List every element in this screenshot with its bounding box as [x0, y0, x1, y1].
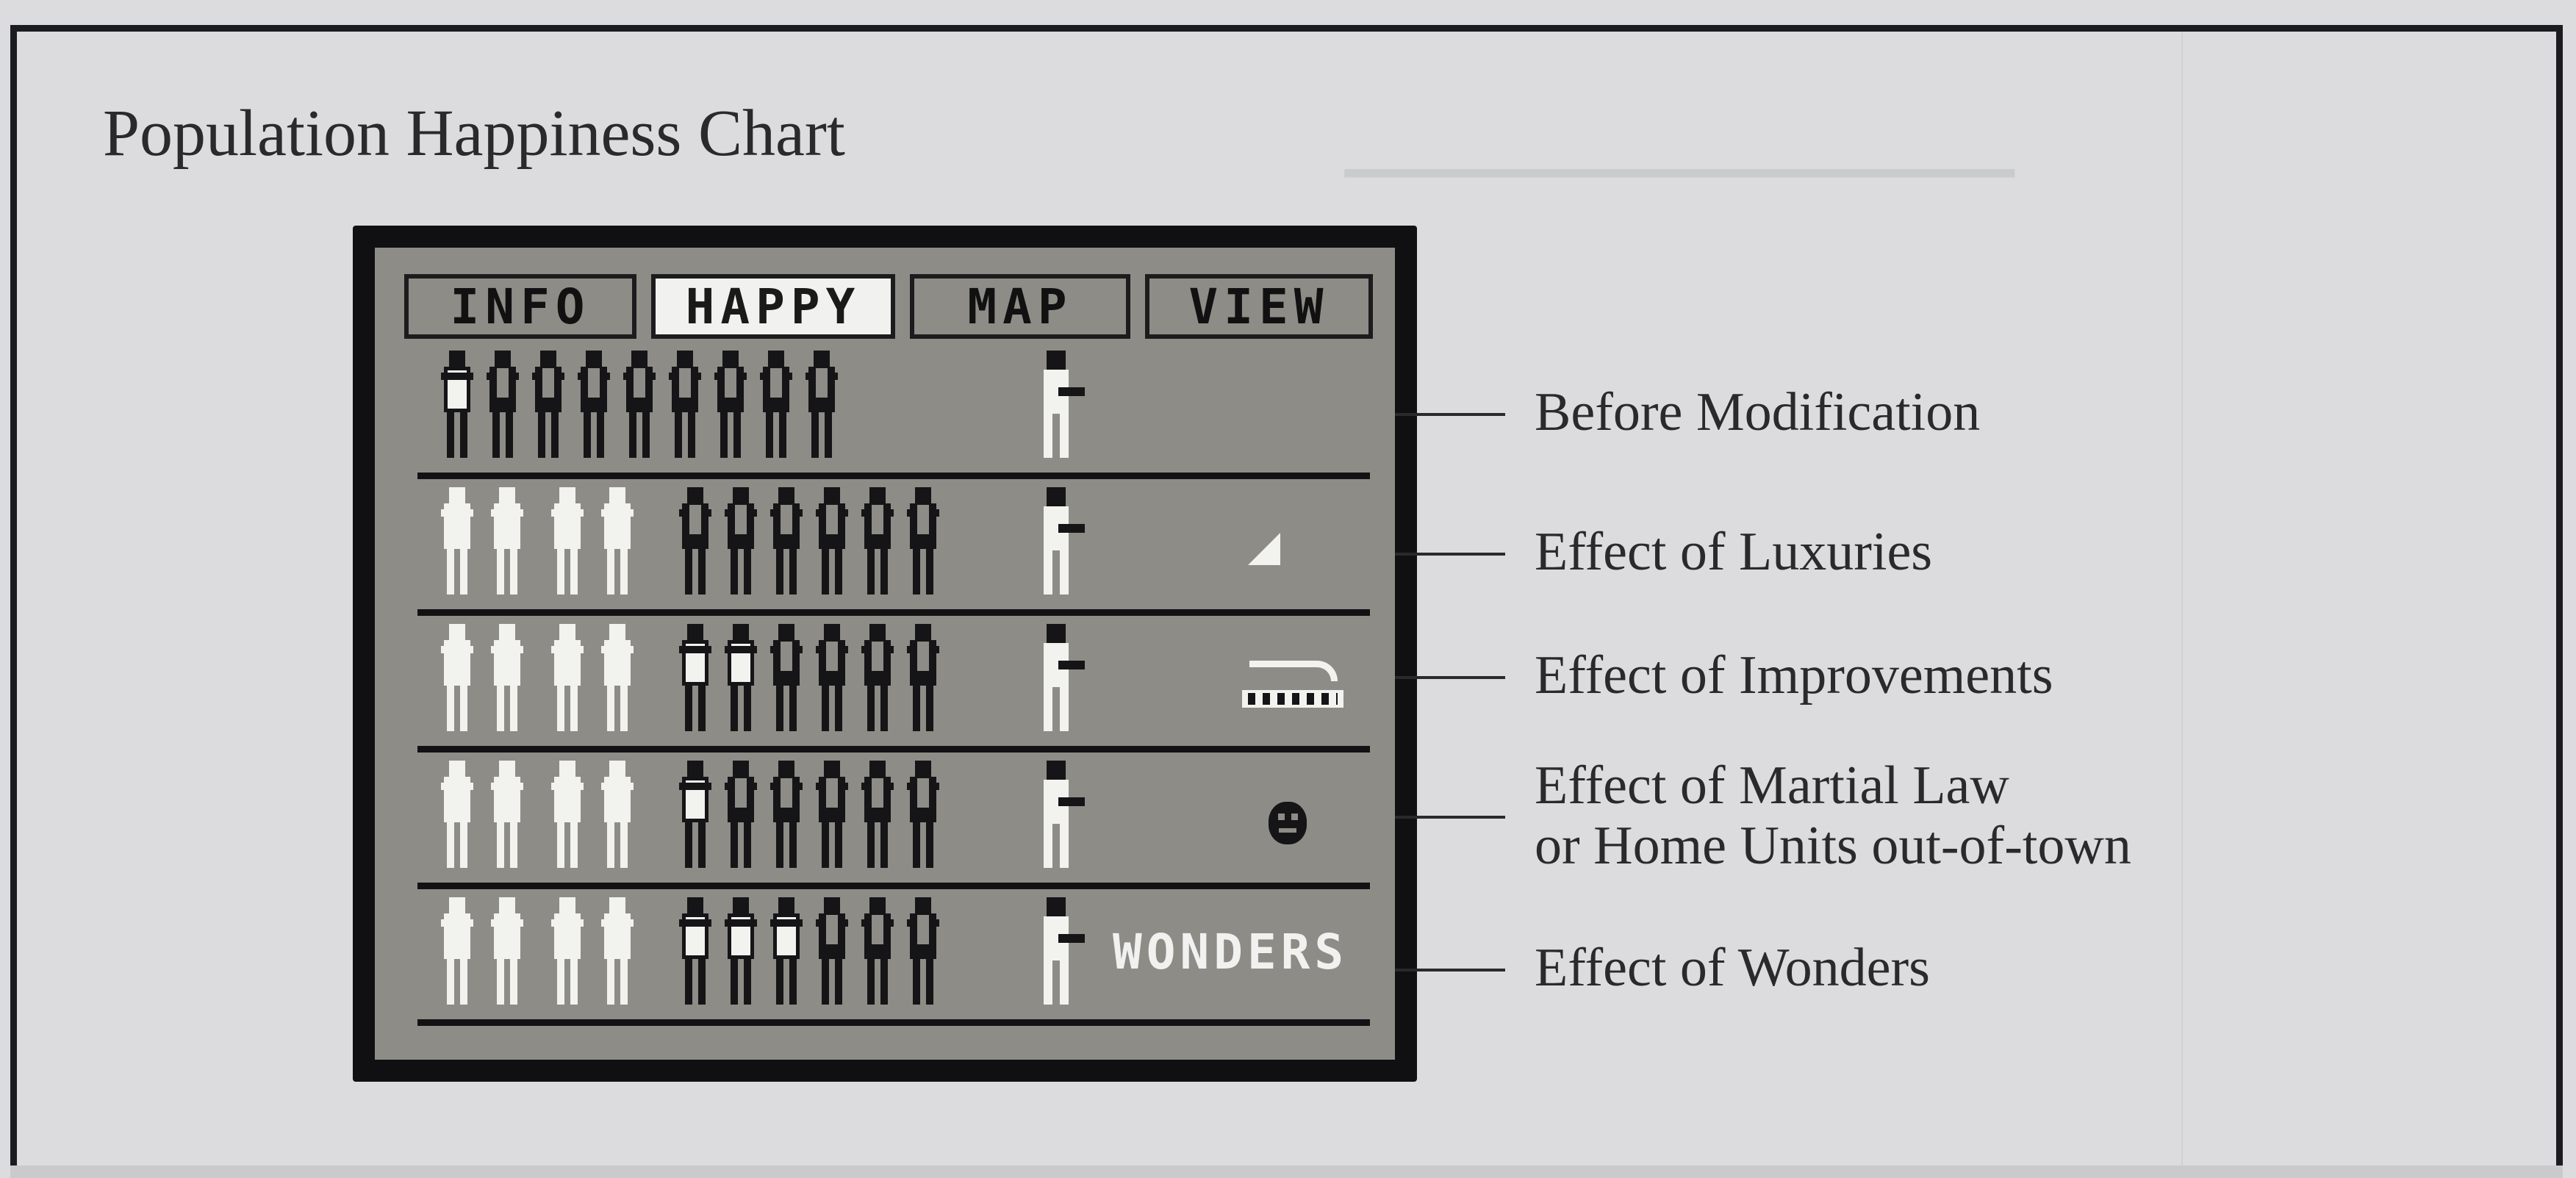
- unhappy-citizen-icon: [760, 351, 792, 461]
- tab-happy[interactable]: HAPPY: [651, 274, 895, 339]
- unhappy-citizen-icon: [532, 351, 564, 461]
- happiness-panel: INFO HAPPY MAP VIEW WONDERS: [375, 248, 1395, 1060]
- unhappy-citizen-icon: [861, 761, 894, 871]
- unhappy-citizen-icon: [487, 351, 519, 461]
- callout-label: Effect of Improvements: [1535, 645, 2053, 705]
- soldier-icon: [1036, 624, 1085, 734]
- white-citizen-icon: [441, 897, 473, 1008]
- white-citizen-icon: [601, 897, 634, 1008]
- unhappy-citizen-icon: [816, 624, 848, 734]
- content-citizen-icon: [725, 624, 757, 734]
- luxury-triangle-icon: [1248, 533, 1280, 565]
- unhappy-citizen-icon: [816, 487, 848, 597]
- callout-label: Effect of Martial Law or Home Units out-o…: [1535, 755, 2131, 876]
- unhappy-citizen-icon: [816, 897, 848, 1008]
- unhappy-citizen-icon: [623, 351, 656, 461]
- content-citizen-icon: [679, 624, 711, 734]
- soldier-icon: [1036, 897, 1085, 1008]
- row-divider: [417, 1019, 1370, 1026]
- wonders-label: WONDERS: [1113, 924, 1349, 980]
- callout-label: Effect of Wonders: [1535, 938, 1930, 998]
- tab-view[interactable]: VIEW: [1145, 274, 1373, 339]
- unhappy-citizen-icon: [907, 487, 939, 597]
- callout-label: Effect of Luxuries: [1535, 522, 1933, 582]
- white-citizen-icon: [491, 487, 523, 597]
- white-citizen-icon: [491, 761, 523, 871]
- white-citizen-icon: [441, 761, 473, 871]
- content-citizen-icon: [725, 897, 757, 1008]
- white-citizen-icon: [551, 761, 584, 871]
- unhappy-citizen-icon: [770, 624, 803, 734]
- tab-map[interactable]: MAP: [910, 274, 1130, 339]
- callout-leader-line: [1395, 553, 1505, 556]
- frowning-face-icon: [1269, 802, 1307, 844]
- white-citizen-icon: [551, 897, 584, 1008]
- tab-info[interactable]: INFO: [404, 274, 636, 339]
- content-citizen-icon: [770, 897, 803, 1008]
- unhappy-citizen-icon: [907, 624, 939, 734]
- temple-icon: [1242, 661, 1343, 709]
- callout-leader-line: [1395, 816, 1505, 819]
- content-citizen-icon: [679, 897, 711, 1008]
- callout-leader-line: [1395, 413, 1505, 416]
- unhappy-citizen-icon: [725, 487, 757, 597]
- unhappy-citizen-icon: [770, 487, 803, 597]
- white-citizen-icon: [441, 624, 473, 734]
- unhappy-citizen-icon: [861, 897, 894, 1008]
- callout-label: Before Modification: [1535, 382, 1981, 442]
- white-citizen-icon: [601, 624, 634, 734]
- unhappy-citizen-icon: [861, 487, 894, 597]
- unhappy-citizen-icon: [770, 761, 803, 871]
- unhappy-citizen-icon: [816, 761, 848, 871]
- white-citizen-icon: [551, 624, 584, 734]
- unhappy-citizen-icon: [714, 351, 747, 461]
- white-citizen-icon: [441, 487, 473, 597]
- unhappy-citizen-icon: [725, 761, 757, 871]
- row-divider: [417, 473, 1370, 479]
- unhappy-citizen-icon: [578, 351, 610, 461]
- unhappy-citizen-icon: [907, 897, 939, 1008]
- soldier-icon: [1036, 351, 1085, 461]
- white-citizen-icon: [491, 624, 523, 734]
- unhappy-citizen-icon: [806, 351, 838, 461]
- soldier-icon: [1036, 761, 1085, 871]
- white-citizen-icon: [601, 487, 634, 597]
- content-citizen-icon: [679, 761, 711, 871]
- page-title: Population Happiness Chart: [103, 97, 845, 170]
- soldier-icon: [1036, 487, 1085, 597]
- white-citizen-icon: [601, 761, 634, 871]
- game-screen: INFO HAPPY MAP VIEW WONDERS: [353, 226, 1417, 1082]
- callout-leader-line: [1395, 969, 1505, 972]
- figure-frame-bottom: [10, 1166, 2563, 1178]
- white-citizen-icon: [551, 487, 584, 597]
- white-citizen-icon: [491, 897, 523, 1008]
- content-citizen-icon: [441, 351, 473, 461]
- row-divider: [417, 883, 1370, 889]
- unhappy-citizen-icon: [907, 761, 939, 871]
- callout-leader-line: [1395, 676, 1505, 679]
- unhappy-citizen-icon: [669, 351, 701, 461]
- unhappy-citizen-icon: [861, 624, 894, 734]
- unhappy-citizen-icon: [679, 487, 711, 597]
- row-divider: [417, 609, 1370, 616]
- row-divider: [417, 746, 1370, 753]
